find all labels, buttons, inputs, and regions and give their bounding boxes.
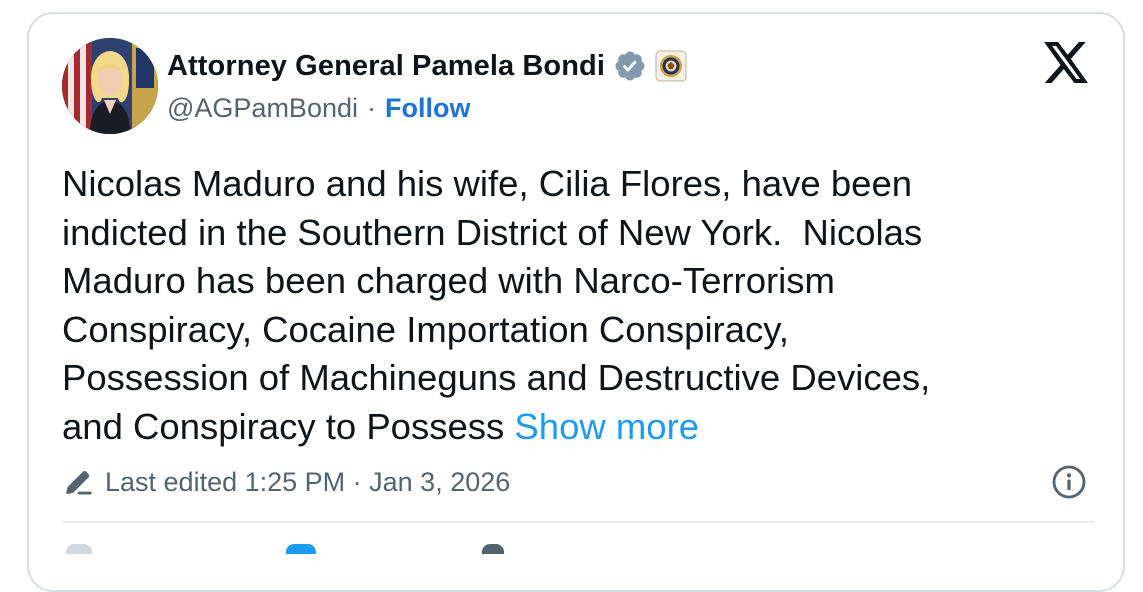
show-more-link[interactable]: Show more [514, 406, 699, 447]
author-handle-row: @AGPamBondi · Follow [167, 88, 470, 128]
reply-action-peek[interactable] [66, 544, 92, 554]
share-action-peek[interactable] [482, 544, 504, 554]
follow-button[interactable]: Follow [385, 93, 470, 124]
separator-dot: · [367, 92, 376, 123]
avatar-image [62, 38, 158, 134]
author-avatar[interactable] [62, 38, 158, 134]
doj-seal-icon[interactable] [655, 50, 687, 82]
verified-badge-icon[interactable] [613, 49, 647, 83]
tweet-text: Nicolas Maduro and his wife, Cilia Flore… [62, 160, 1062, 451]
tweet-body: Nicolas Maduro and his wife, Cilia Flore… [62, 163, 931, 447]
like-action-peek[interactable] [286, 544, 316, 554]
author-handle[interactable]: @AGPamBondi [167, 93, 358, 124]
author-display-name[interactable]: Attorney General Pamela Bondi [167, 50, 605, 83]
last-edited-link[interactable]: Last edited 1:25 PM · Jan 3, 2026 [62, 462, 510, 502]
edited-timestamp: Last edited 1:25 PM · Jan 3, 2026 [105, 466, 511, 497]
pencil-icon [66, 471, 92, 495]
footer-divider [62, 521, 1094, 523]
x-logo-icon[interactable] [1044, 42, 1090, 84]
info-icon[interactable] [1051, 464, 1087, 500]
author-name-row: Attorney General Pamela Bondi [167, 44, 687, 88]
